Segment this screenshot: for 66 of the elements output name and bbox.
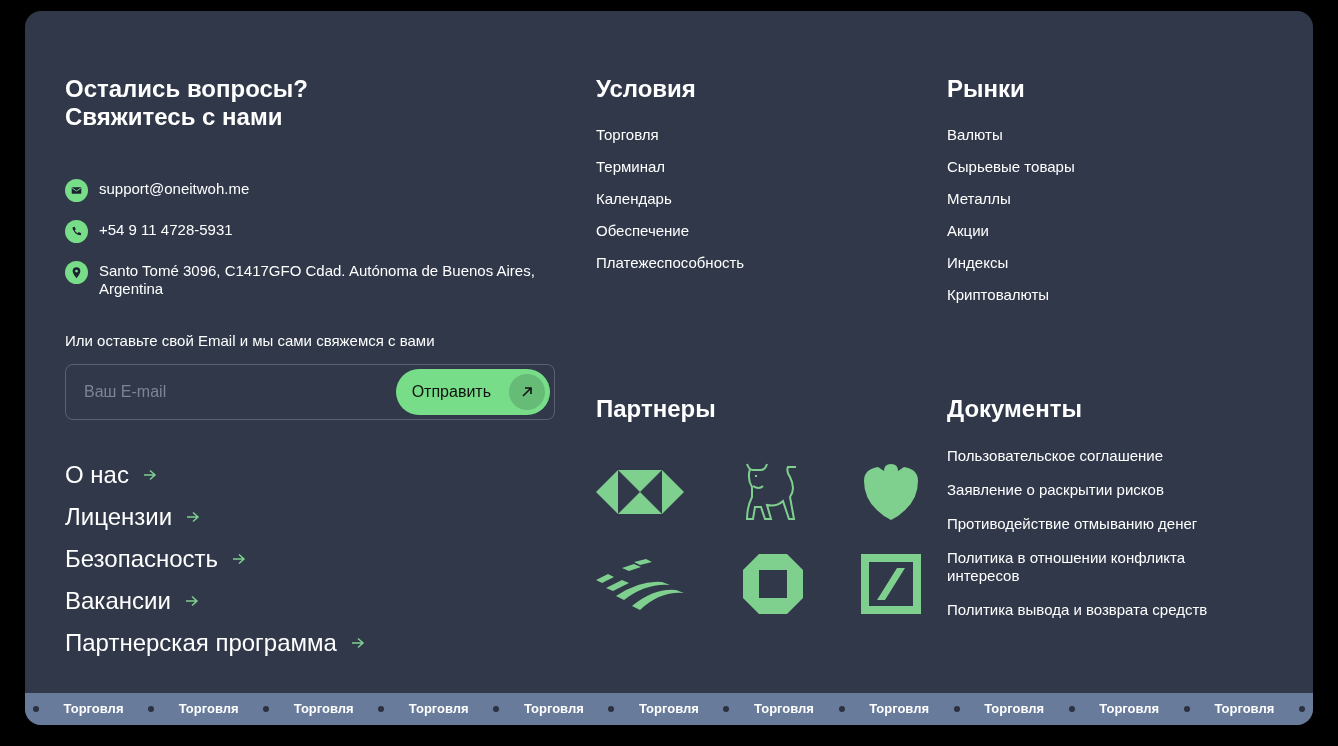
ticker-text: Торговля [869,700,929,719]
section-heading: Условия [596,75,697,103]
footer-link[interactable]: Заявление о раскрытии рисков [947,481,1164,499]
arrow-icon [350,637,365,649]
ticker-text: Торговля [178,700,239,719]
footer-link[interactable]: Торговля [596,125,659,145]
ticker-text: Торговля [523,700,584,719]
arrow-icon [142,469,157,481]
footer-link[interactable]: Индексы [947,253,1009,273]
bullet-icon [953,706,960,712]
ticker-text: Торговля [1214,700,1275,719]
nav-link[interactable]: Лицензии [65,502,201,532]
footer-link[interactable]: Терминал [596,157,666,177]
arrow-icon [232,553,247,565]
bullet-icon [838,706,845,712]
nav-link[interactable]: Партнерская программа [65,628,365,658]
footer-link[interactable]: Противодействие отмыванию денег [947,515,1198,533]
bullet-icon [148,706,155,712]
ticker-text: Торговля [754,700,814,719]
phone-icon [65,220,88,243]
contact-text: +54 9 11 4728-5931 [99,221,233,239]
nav-link[interactable]: Вакансии [65,586,199,616]
footer-link[interactable]: Политика вывода и возврата средств [947,601,1208,619]
footer-link[interactable]: Акции [947,221,989,241]
arrow-icon [184,595,199,607]
email-icon [65,179,88,202]
bullet-icon [378,706,385,712]
bullet-icon [493,706,500,712]
arrow-icon [186,511,201,523]
nav-link[interactable]: О нас [65,460,157,490]
contact-text: support@oneitwoh.me [99,180,250,198]
ticker-text: Торговля [293,700,354,719]
email-field[interactable]: Ваш E-mail Отправить [65,364,555,420]
footer-link[interactable]: Валюты [947,125,1003,145]
footer-link[interactable]: Политика в отношении конфликта интересов [947,549,1237,585]
contact-text: Santo Tomé 3096, C1417GFO Cdad. Autónoma de Buenos Aires, Argentina [99,262,536,298]
bullet-icon [608,706,615,712]
ticker-text: Торговля [639,700,699,719]
ticker-text: Торговля [1099,700,1160,719]
bullet-icon [263,706,270,712]
section-heading: Партнеры [596,395,717,423]
bullet-icon [1298,706,1305,712]
location-icon [65,261,88,284]
bullet-icon [1183,706,1190,712]
nav-link[interactable]: Безопасность [65,544,247,574]
prompt-text: Или оставьте свой Email и мы сами свяжемся с вами [65,331,436,351]
ticker-text: Торговля [984,700,1045,719]
footer-link[interactable]: Платежеспособность [596,253,745,273]
ticker-text: Торговля [408,700,469,719]
section-heading: Остались вопросы? Свяжитесь с нами [65,75,309,131]
bullet-icon [723,706,730,712]
bullet-icon [33,706,39,712]
send-button[interactable]: Отправить [395,369,550,415]
bullet-icon [1068,706,1075,712]
footer-link[interactable]: Календарь [596,189,672,209]
footer-link[interactable]: Металлы [947,189,1011,209]
hexagon-icon [596,470,684,514]
footer-link[interactable]: Сырьевые товары [947,157,1075,177]
section-heading: Рынки [947,75,1026,103]
footer-link[interactable]: Обеспечение [596,221,690,241]
stripes-icon [596,558,684,610]
footer-link[interactable]: Криптовалюты [947,285,1050,305]
section-heading: Документы [947,395,1083,423]
octagon-icon [743,554,803,614]
ticker-text: Торговля [63,700,124,719]
footer-link[interactable]: Пользовательское соглашение [947,447,1164,465]
